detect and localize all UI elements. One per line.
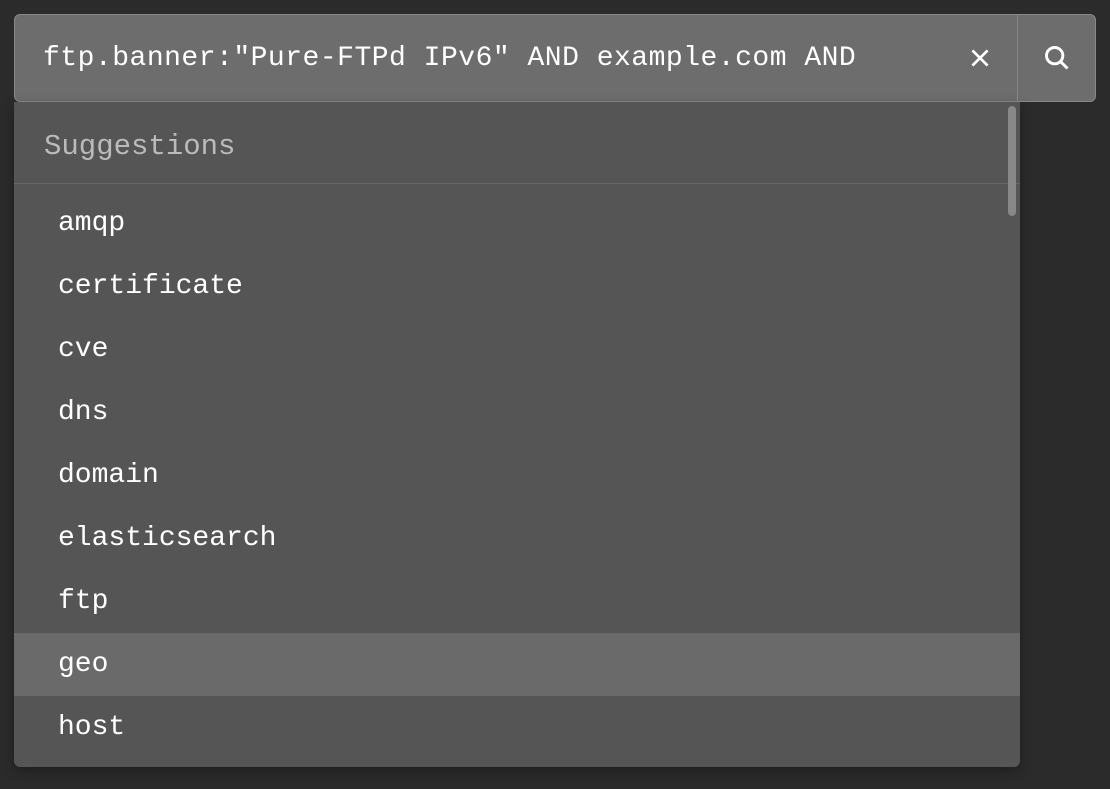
suggestion-item[interactable]: cve xyxy=(14,318,1020,381)
suggestion-item[interactable]: certificate xyxy=(14,255,1020,318)
search-bar xyxy=(14,14,1096,102)
suggestion-item[interactable]: ftp xyxy=(14,570,1020,633)
close-icon xyxy=(967,45,993,71)
clear-button[interactable] xyxy=(943,15,1017,101)
search-icon xyxy=(1043,44,1071,72)
suggestion-item[interactable]: amqp xyxy=(14,192,1020,255)
suggestions-panel: Suggestions amqpcertificatecvednsdomaine… xyxy=(14,102,1020,767)
suggestion-item[interactable]: geo xyxy=(14,633,1020,696)
suggestion-item[interactable]: elasticsearch xyxy=(14,507,1020,570)
suggestions-list: amqpcertificatecvednsdomainelasticsearch… xyxy=(14,184,1020,767)
search-button[interactable] xyxy=(1017,15,1095,101)
scrollbar-thumb[interactable] xyxy=(1008,106,1016,216)
suggestion-item[interactable]: domain xyxy=(14,444,1020,507)
search-input[interactable] xyxy=(43,43,915,74)
suggestions-header: Suggestions xyxy=(14,102,1020,184)
suggestion-item[interactable]: dns xyxy=(14,381,1020,444)
search-input-wrapper xyxy=(15,15,943,101)
suggestion-item[interactable]: host xyxy=(14,696,1020,759)
